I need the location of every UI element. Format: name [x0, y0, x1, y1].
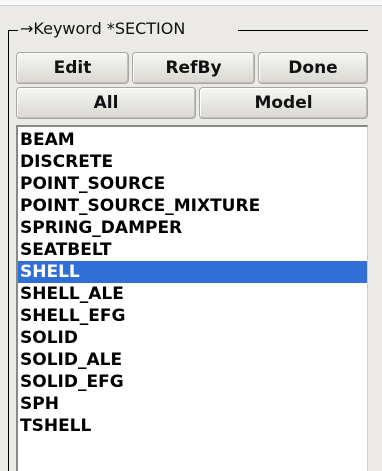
list-item[interactable]: SOLID_EFG — [18, 371, 367, 393]
list-item[interactable]: DISCRETE — [18, 151, 367, 173]
top-clipped-edge — [0, 0, 382, 6]
list-item[interactable]: POINT_SOURCE — [18, 173, 367, 195]
edit-button[interactable]: Edit — [16, 52, 129, 84]
all-button[interactable]: All — [16, 87, 196, 119]
list-item[interactable]: SHELL_EFG — [18, 305, 367, 327]
group-frame-left — [8, 30, 9, 471]
keyword-section-panel: →Keyword *SECTION Edit RefBy Done All Mo… — [0, 0, 382, 471]
list-item[interactable]: POINT_SOURCE_MIXTURE — [18, 195, 367, 217]
list-item[interactable]: TSHELL — [18, 415, 367, 437]
section-keyword-list[interactable]: BEAM DISCRETE POINT_SOURCE POINT_SOURCE_MIX… — [16, 125, 368, 471]
group-frame-top-right — [238, 30, 368, 31]
list-item[interactable]: SPRING_DAMPER — [18, 217, 367, 239]
list-item[interactable]: SEATBELT — [18, 239, 367, 261]
done-button[interactable]: Done — [258, 52, 368, 84]
list-item[interactable]: SHELL_ALE — [18, 283, 367, 305]
list-item[interactable]: BEAM — [18, 129, 367, 151]
list-item[interactable]: SPH — [18, 393, 367, 415]
refby-button[interactable]: RefBy — [132, 52, 255, 84]
model-button[interactable]: Model — [199, 87, 368, 119]
list-item[interactable]: SOLID — [18, 327, 367, 349]
list-item[interactable]: SOLID_ALE — [18, 349, 367, 371]
group-frame-title: →Keyword *SECTION — [18, 19, 188, 38]
list-item[interactable]: SHELL — [18, 261, 367, 283]
